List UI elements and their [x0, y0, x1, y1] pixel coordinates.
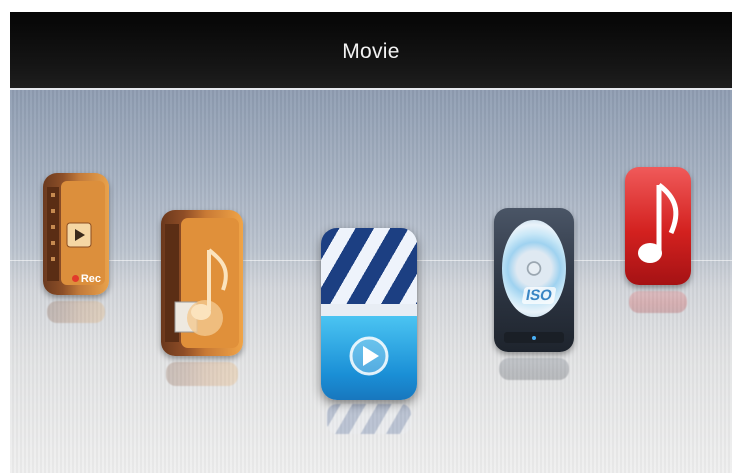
note-glyph	[638, 183, 679, 263]
app-icon-movie[interactable]	[321, 228, 417, 434]
app-icon-music-folder[interactable]	[161, 210, 243, 386]
page-title: Movie	[342, 40, 400, 63]
clapperboard-play-icon	[321, 228, 417, 400]
recorded-folder-icon: Rec	[43, 173, 109, 295]
menu-header: Movie	[10, 12, 732, 90]
rec-badge-label: Rec	[80, 273, 101, 285]
rec-badge: Rec	[71, 273, 101, 285]
icon-reflection	[165, 362, 239, 386]
play-icon	[349, 336, 389, 376]
clapper-hinge	[321, 303, 417, 316]
app-icon-music[interactable]	[625, 167, 691, 313]
app-icon-recorded[interactable]: Rec	[43, 173, 109, 323]
icon-reflection	[498, 358, 570, 380]
clapper-screen	[321, 315, 417, 400]
iso-badge: ISO	[521, 287, 557, 305]
music-folder-icon	[161, 210, 243, 356]
clapper-stripes	[321, 228, 417, 304]
icon-reflection	[46, 301, 106, 323]
icon-reflection	[326, 404, 412, 434]
iso-disc-icon: ISO	[494, 208, 574, 352]
app-icon-iso[interactable]: ISO	[494, 208, 574, 380]
record-dot-icon	[71, 275, 79, 282]
icon-reflection	[628, 291, 688, 313]
music-folder-artwork	[165, 218, 239, 348]
tv-screen: Movie Rec ISO	[10, 12, 732, 473]
music-note-icon	[625, 167, 691, 285]
